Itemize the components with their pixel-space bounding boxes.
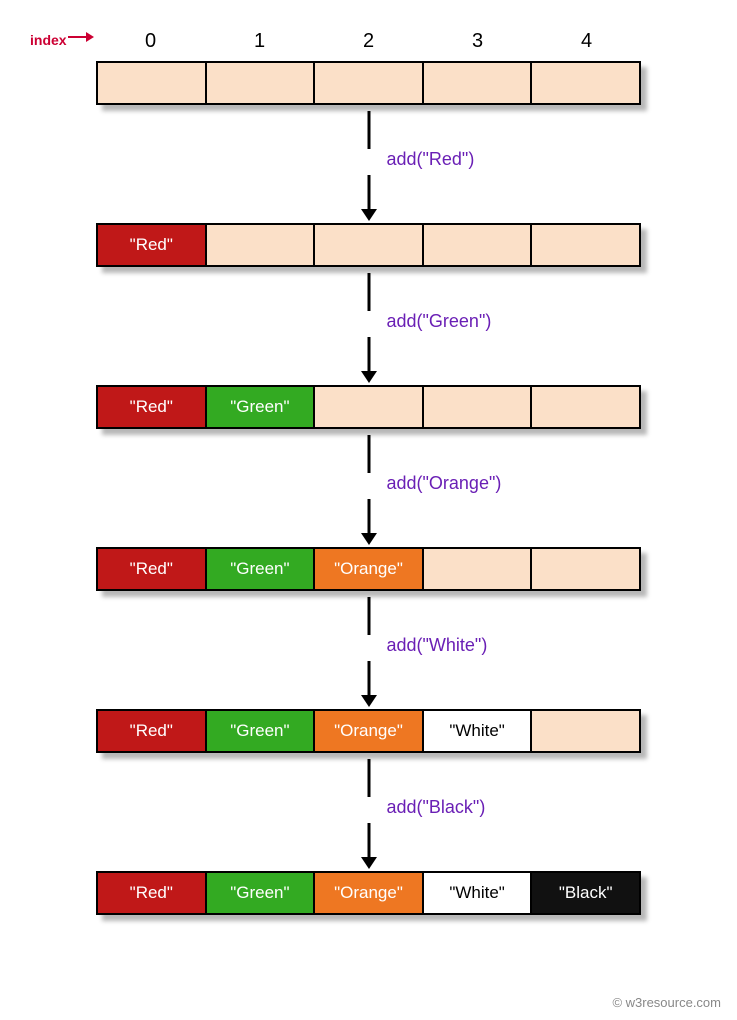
operation-label: add("Black") [387,797,486,818]
arrow-line [367,111,370,149]
array-cell [315,225,424,265]
array-cell [424,549,533,589]
array-cell [315,63,424,103]
arrow-down-icon [361,371,377,383]
index-row: 0 1 2 3 4 [96,30,677,53]
array-state-4: "Red" "Green" "Orange" "White" [96,709,677,753]
array-cell [98,63,207,103]
operation-label: add("Green") [387,311,492,332]
arrow-line [367,337,370,375]
array-cell: "Red" [98,873,207,913]
arrow-down-icon [361,695,377,707]
index-cell: 3 [423,30,532,53]
index-cell: 1 [205,30,314,53]
arrow-line [367,273,370,311]
array-cell [424,225,533,265]
arrow-down-icon [361,533,377,545]
operation-label: add("White") [387,635,488,656]
arrow-line [367,175,370,213]
operation-step-3: add("White") [96,591,641,709]
array-cell [532,63,639,103]
array-cell [532,549,639,589]
operation-label: add("Orange") [387,473,502,494]
arrow-line [367,823,370,861]
index-label: index [30,32,67,48]
array-add-diagram: index 0 1 2 3 4 add("Red") "Red" [0,0,737,935]
array-cell: "Orange" [315,549,424,589]
array-cell: "Green" [207,711,316,751]
array-cell: "Green" [207,387,316,427]
array-cell [424,387,533,427]
array-cell: "Red" [98,549,207,589]
operation-step-0: add("Red") [96,105,641,223]
array-row: "Red" "Green" [96,385,641,429]
array-cell: "Green" [207,873,316,913]
operation-step-2: add("Orange") [96,429,641,547]
array-row: "Red" "Green" "Orange" "White" "Black" [96,871,641,915]
array-cell: "Orange" [315,873,424,913]
operation-step-1: add("Green") [96,267,641,385]
array-state-3: "Red" "Green" "Orange" [96,547,677,591]
index-cell: 2 [314,30,423,53]
array-cell: "White" [424,873,533,913]
arrow-line [367,759,370,797]
index-arrow-icon [68,36,92,38]
array-row [96,61,641,105]
arrow-line [367,435,370,473]
array-cell: "Black" [532,873,639,913]
arrow-down-icon [361,209,377,221]
array-cell: "Red" [98,225,207,265]
operation-label: add("Red") [387,149,475,170]
array-cell [207,63,316,103]
arrow-line [367,661,370,699]
arrow-line [367,499,370,537]
array-cell: "Red" [98,387,207,427]
array-cell: "Red" [98,711,207,751]
array-cell: "White" [424,711,533,751]
index-cell: 4 [532,30,641,53]
array-cell [424,63,533,103]
array-row: "Red" [96,223,641,267]
array-cell [532,711,639,751]
array-cell: "Orange" [315,711,424,751]
array-cell [532,225,639,265]
array-cell [532,387,639,427]
array-row: "Red" "Green" "Orange" [96,547,641,591]
array-cell [315,387,424,427]
array-cell: "Green" [207,549,316,589]
arrow-line [367,597,370,635]
array-state-0 [96,61,677,105]
operation-step-4: add("Black") [96,753,641,871]
array-state-1: "Red" [96,223,677,267]
array-state-2: "Red" "Green" [96,385,677,429]
index-cell: 0 [96,30,205,53]
credit-label: © w3resource.com [612,995,721,1010]
array-row: "Red" "Green" "Orange" "White" [96,709,641,753]
array-state-5: "Red" "Green" "Orange" "White" "Black" [96,871,677,915]
array-cell [207,225,316,265]
arrow-down-icon [361,857,377,869]
